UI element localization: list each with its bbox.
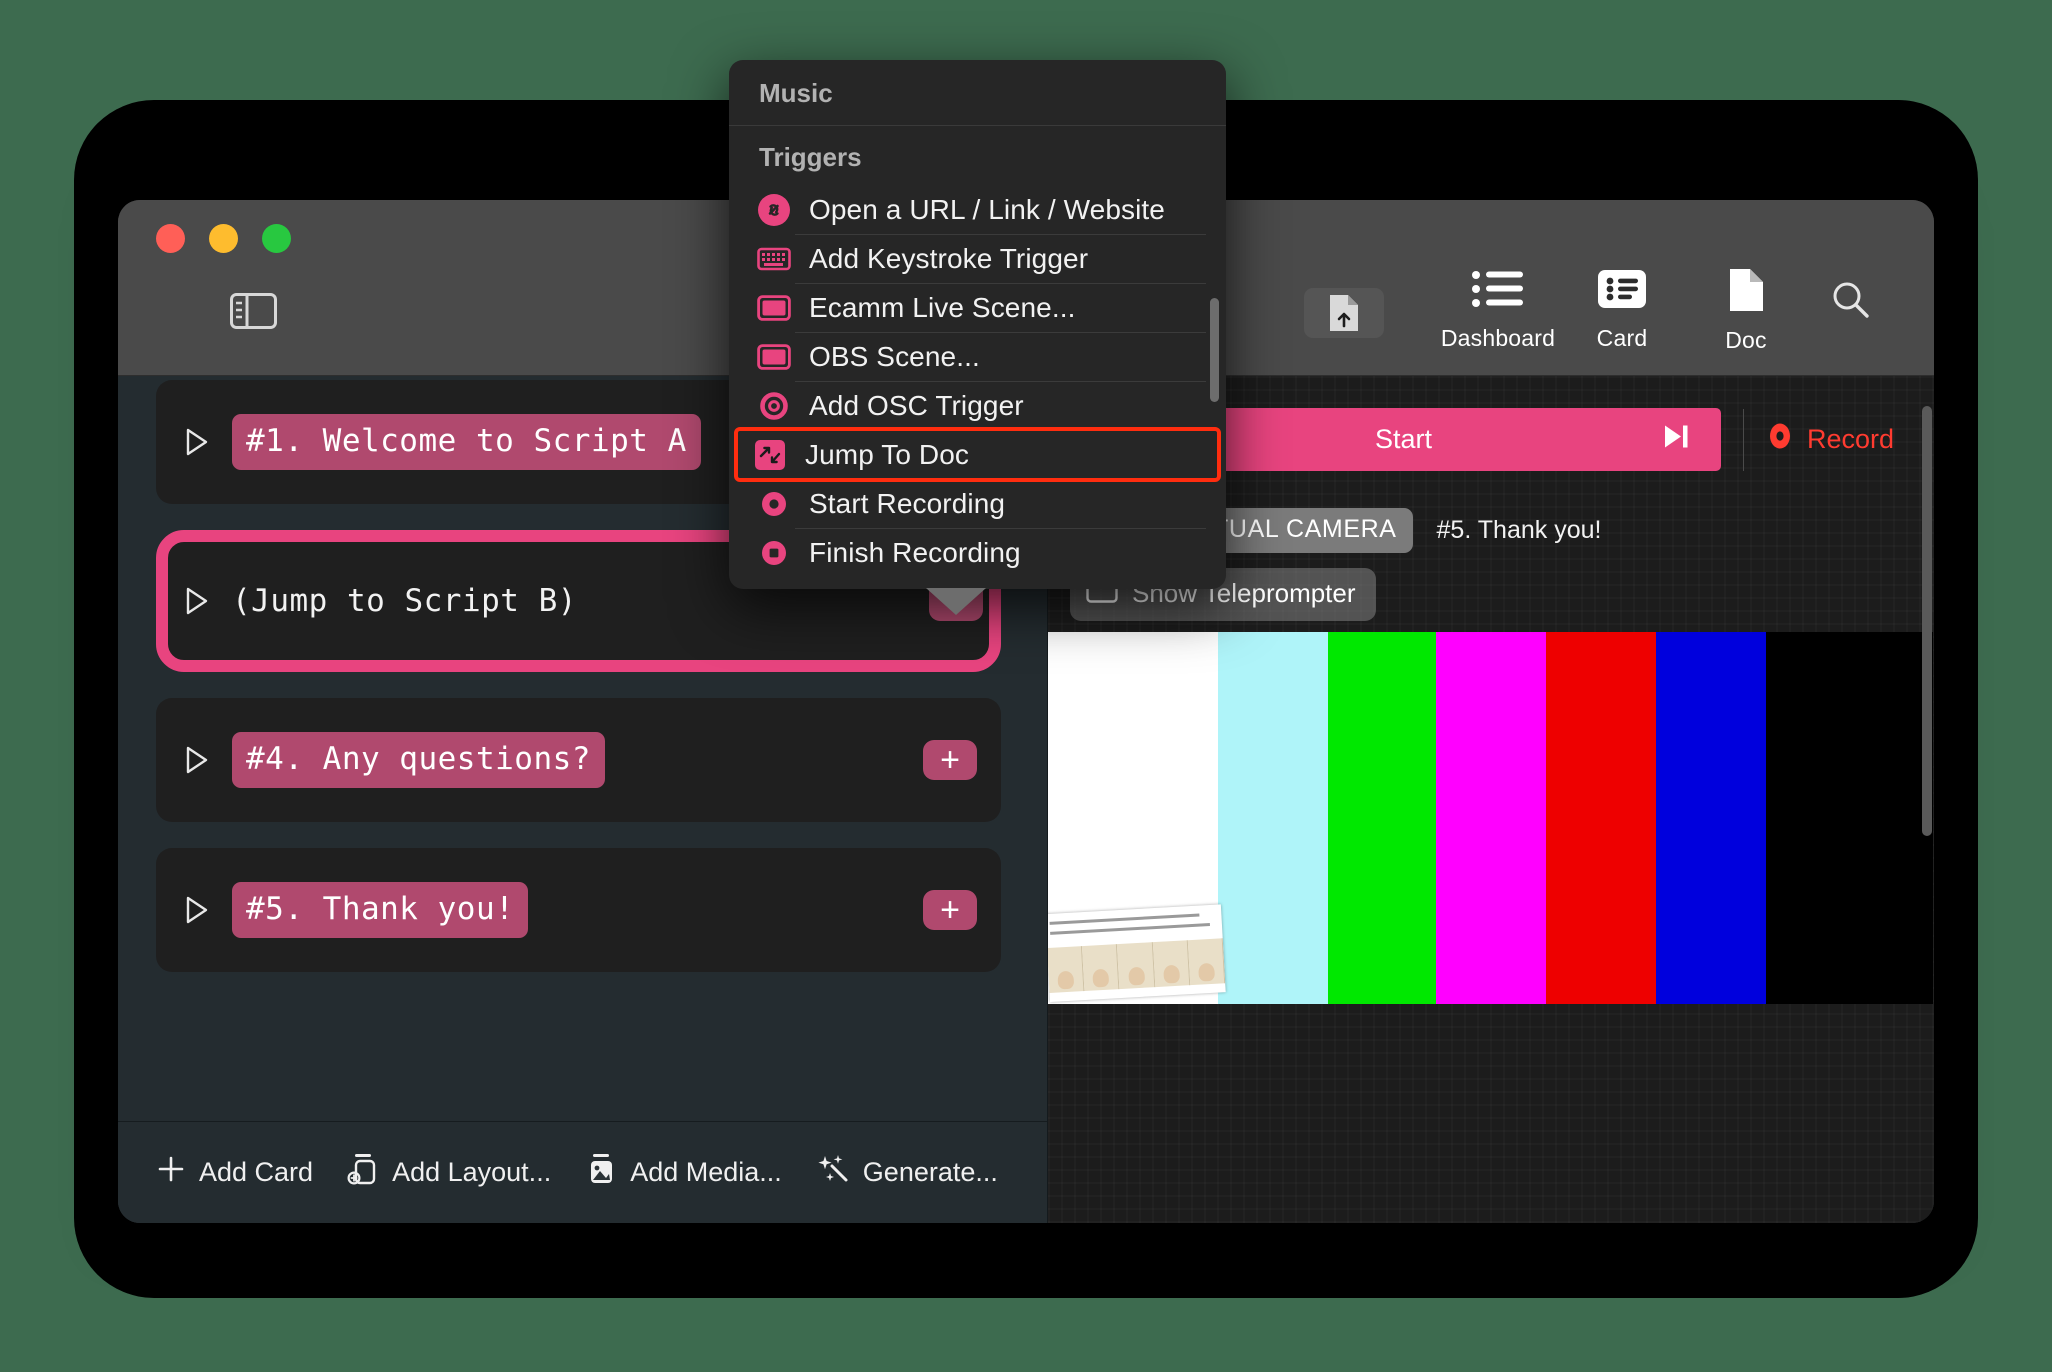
sidebar-icon[interactable] (230, 293, 277, 329)
screen-icon (757, 291, 791, 325)
record-label: Record (1807, 424, 1894, 455)
menu-item-add-keystroke[interactable]: Add Keystroke Trigger (741, 234, 1214, 283)
menu-item-label: Ecamm Live Scene... (809, 292, 1075, 324)
play-triangle-icon[interactable] (184, 745, 210, 775)
maximize-button[interactable] (262, 224, 291, 253)
card-list-icon (1596, 266, 1648, 317)
menu-item-finish-recording[interactable]: Finish Recording (741, 528, 1214, 577)
circle-dot-icon (757, 389, 791, 423)
color-bar-blue (1656, 632, 1766, 1004)
menu-item-ecamm-scene[interactable]: Ecamm Live Scene... (741, 283, 1214, 332)
play-triangle-icon[interactable] (184, 586, 210, 616)
record-circle-icon (757, 487, 791, 521)
add-layout-button[interactable]: Add Layout... (347, 1152, 585, 1193)
tab-dashboard[interactable]: Dashboard (1436, 266, 1560, 352)
generate-label: Generate... (863, 1157, 998, 1188)
play-triangle-icon[interactable] (184, 427, 210, 457)
card-text: #4. Any questions? (232, 732, 605, 788)
stop-square-icon (757, 536, 791, 570)
preview-scrollbar[interactable] (1922, 406, 1932, 836)
start-label: Start (1375, 424, 1432, 455)
link-icon (757, 193, 791, 227)
add-card-button[interactable]: Add Card (156, 1154, 347, 1191)
menu-divider (795, 234, 1206, 235)
card-text: (Jump to Script B) (232, 583, 577, 619)
desktop-backdrop: Dashboard Card (0, 0, 2052, 1372)
menu-item-label: Start Recording (809, 488, 1005, 520)
add-card-label: Add Card (199, 1157, 313, 1188)
comic-strip-thumbnail (1048, 938, 1225, 993)
tab-doc[interactable]: Doc (1684, 266, 1808, 354)
menu-pointer-arrow (926, 588, 986, 615)
menu-item-add-osc[interactable]: Add OSC Trigger (741, 381, 1214, 430)
screen-icon (757, 340, 791, 374)
search-icon[interactable] (1808, 266, 1894, 322)
document-upload-icon[interactable] (1304, 288, 1384, 338)
tab-dashboard-label: Dashboard (1441, 325, 1555, 352)
menu-section-label: Triggers (729, 126, 1226, 185)
color-bar-green (1328, 632, 1436, 1004)
close-button[interactable] (156, 224, 185, 253)
menu-item-label: OBS Scene... (809, 341, 980, 373)
minimize-button[interactable] (209, 224, 238, 253)
play-triangle-icon[interactable] (184, 895, 210, 925)
video-preview[interactable] (1048, 632, 1933, 1004)
bulleted-list-icon (1471, 266, 1525, 317)
document-icon (1725, 266, 1767, 319)
trigger-dropdown-menu: Music Triggers Open a URL / Link / Websi… (729, 60, 1226, 589)
menu-scrollbar[interactable] (1210, 298, 1219, 402)
menu-item-label: Add OSC Trigger (809, 390, 1024, 422)
add-media-label: Add Media... (630, 1157, 782, 1188)
media-image-icon (585, 1152, 617, 1193)
add-media-button[interactable]: Add Media... (585, 1152, 816, 1193)
tab-card[interactable]: Card (1560, 266, 1684, 352)
sparkles-icon (816, 1153, 850, 1192)
add-trigger-button[interactable]: + (923, 740, 977, 780)
record-button[interactable]: Record (1766, 421, 1894, 458)
menu-divider (795, 283, 1206, 284)
tab-card-label: Card (1597, 325, 1648, 352)
transport-divider (1743, 409, 1744, 471)
card-actions-bar: Add Card Add Layout... (118, 1121, 1047, 1223)
keyboard-icon (757, 242, 791, 276)
menu-divider (795, 332, 1206, 333)
record-dot-icon (1766, 421, 1794, 458)
traffic-lights (156, 224, 291, 253)
menu-item-obs-scene[interactable]: OBS Scene... (741, 332, 1214, 381)
menu-divider (795, 381, 1206, 382)
menu-header: Music (729, 60, 1226, 126)
current-cue-label: #5. Thank you! (1437, 516, 1602, 545)
color-bar-black (1766, 632, 1933, 1004)
generate-button[interactable]: Generate... (816, 1153, 1032, 1192)
document-thumbnail (1048, 904, 1226, 1002)
menu-item-open-url[interactable]: Open a URL / Link / Website (741, 185, 1214, 234)
color-bar-cyan (1218, 632, 1328, 1004)
card-row[interactable]: #4. Any questions? + (156, 698, 1001, 822)
menu-item-start-recording[interactable]: Start Recording (741, 479, 1214, 528)
menu-item-label: Open a URL / Link / Website (809, 194, 1165, 226)
skip-forward-icon[interactable] (1661, 422, 1691, 457)
add-trigger-button[interactable]: + (923, 890, 977, 930)
menu-item-label: Jump To Doc (805, 439, 969, 471)
layout-add-icon (347, 1152, 379, 1193)
menu-divider (795, 528, 1206, 529)
color-bar-magenta (1436, 632, 1546, 1004)
card-text: #1. Welcome to Script A (232, 414, 701, 470)
add-layout-label: Add Layout... (392, 1157, 551, 1188)
color-bar-red (1546, 632, 1656, 1004)
card-text: #5. Thank you! (232, 882, 528, 938)
menu-item-label: Add Keystroke Trigger (809, 243, 1088, 275)
menu-item-jump-to-doc[interactable]: Jump To Doc (737, 430, 1218, 479)
toolbar-cluster: Dashboard Card (1436, 266, 1894, 354)
jump-arrows-icon (753, 438, 787, 472)
tab-doc-label: Doc (1725, 327, 1767, 354)
card-row[interactable]: #5. Thank you! + (156, 848, 1001, 972)
menu-item-label: Finish Recording (809, 537, 1021, 569)
plus-icon (156, 1154, 186, 1191)
